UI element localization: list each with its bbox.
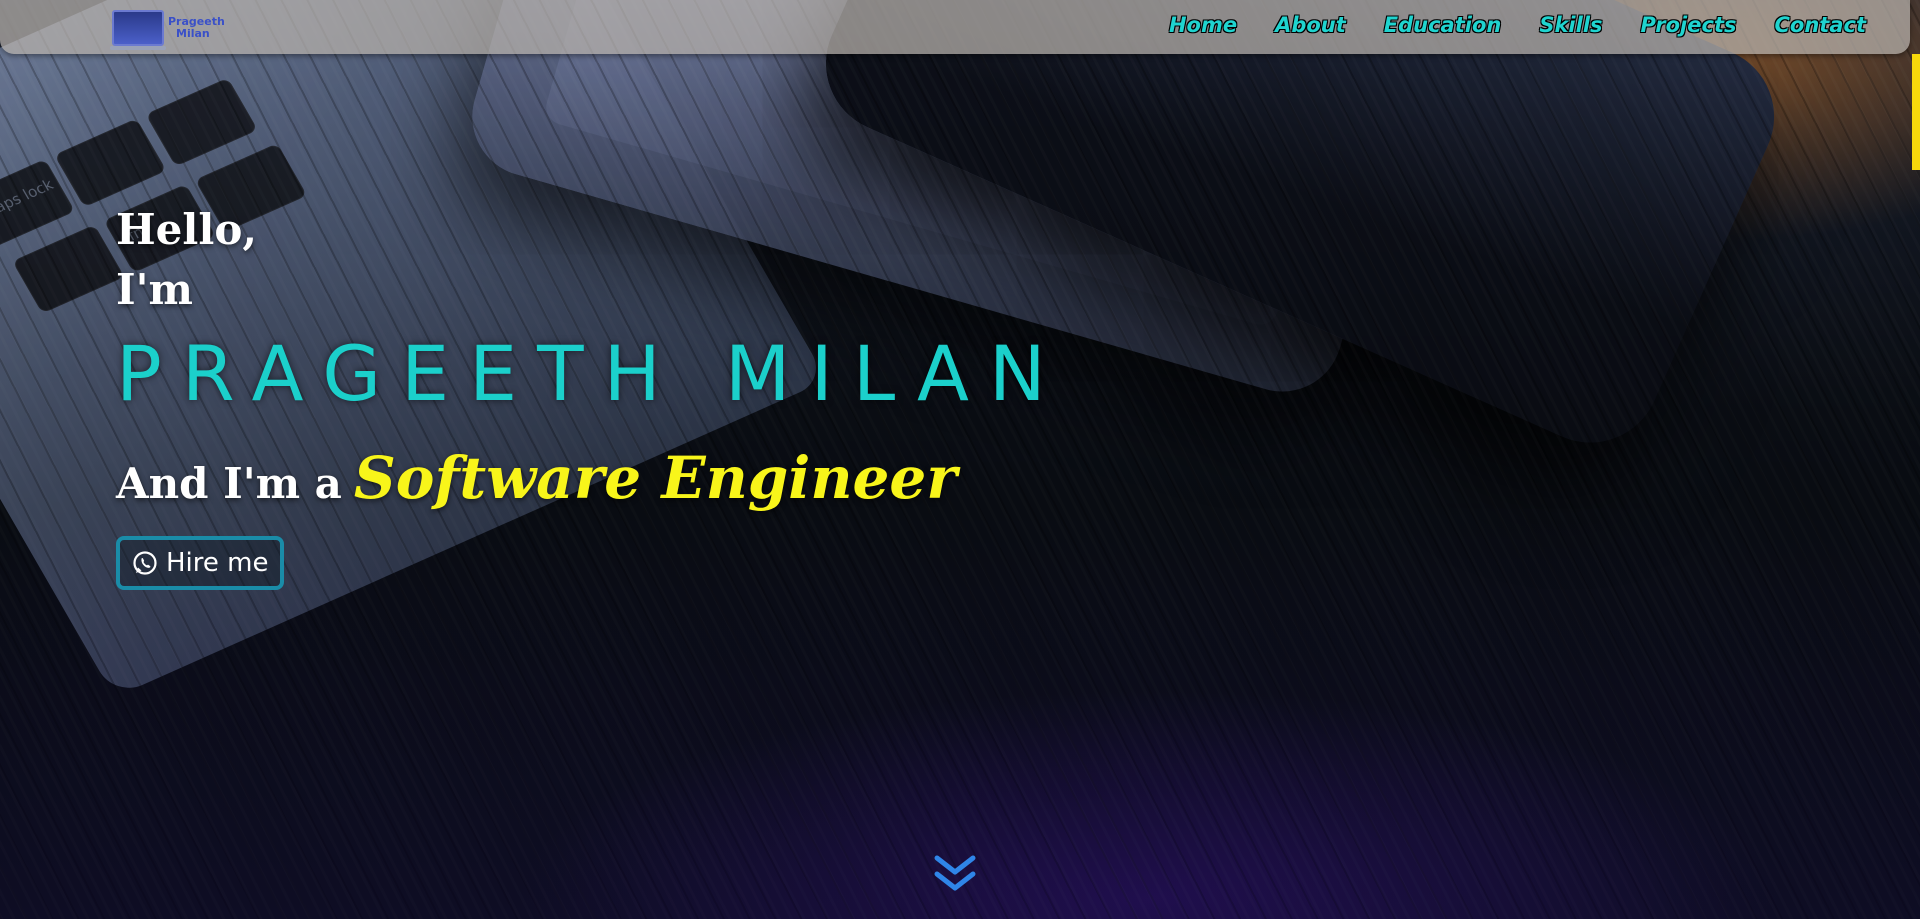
main-nav: Home About Education Skills Projects Con… — [1169, 0, 1866, 50]
hero-role: And I'm a Software Engineer — [116, 444, 1066, 512]
nav-item-home[interactable]: Home — [1169, 13, 1237, 37]
page: caps lock fn Prageeth Milan Home About E… — [0, 0, 1920, 919]
greeting-line-1: Hello, — [116, 205, 257, 254]
nav-item-education[interactable]: Education — [1384, 13, 1502, 37]
role-prefix: And I'm a — [116, 459, 342, 508]
nav-item-projects[interactable]: Projects — [1641, 13, 1737, 37]
site-logo[interactable]: Prageeth Milan — [110, 10, 225, 50]
hire-me-button[interactable]: Hire me — [116, 536, 285, 590]
hero-section: Hello, I'm PRAGEETH MILAN And I'm a Soft… — [116, 200, 1066, 590]
role-title: Software Engineer — [353, 444, 957, 512]
scrollbar-thumb[interactable] — [1912, 54, 1920, 170]
greeting-line-2: I'm — [116, 265, 193, 314]
hero-name: PRAGEETH MILAN — [116, 329, 1066, 418]
nav-item-contact[interactable]: Contact — [1775, 13, 1867, 37]
logo-line-2: Milan — [176, 27, 210, 40]
nav-item-about[interactable]: About — [1275, 13, 1346, 37]
whatsapp-icon — [133, 551, 157, 575]
logo-text: Prageeth Milan — [168, 16, 225, 40]
navbar: Prageeth Milan Home About Education Skil… — [0, 0, 1910, 54]
nav-item-skills[interactable]: Skills — [1539, 13, 1602, 37]
hire-me-label: Hire me — [166, 548, 269, 578]
laptop-logo-icon — [110, 10, 166, 50]
double-chevron-down-icon[interactable] — [931, 852, 979, 896]
